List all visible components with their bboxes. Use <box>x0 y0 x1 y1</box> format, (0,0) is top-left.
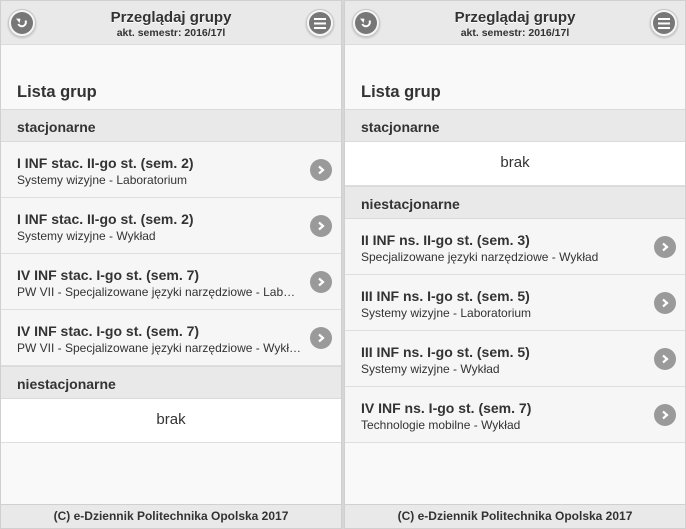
chevron-right-icon <box>654 292 676 314</box>
group-subject: PW VII - Specjalizowane języki narzędzio… <box>17 341 301 355</box>
list-item[interactable]: III INF ns. I-go st. (sem. 5) Systemy wi… <box>345 275 685 331</box>
group-list: stacjonarne brak niestacjonarne II INF n… <box>345 109 685 443</box>
footer: (C) e-Dziennik Politechnika Opolska 2017 <box>345 504 685 528</box>
list-title: Lista grup <box>17 83 97 101</box>
empty-list-text: brak <box>345 142 685 186</box>
screen-left: Przeglądaj grupy akt. semestr: 2016/17l … <box>0 0 342 529</box>
list-item[interactable]: IV INF stac. I-go st. (sem. 7) PW VII - … <box>1 254 341 310</box>
group-subject: Systemy wizyjne - Wykład <box>17 229 156 243</box>
group-title: IV INF stac. I-go st. (sem. 7) <box>17 323 200 339</box>
group-title: I INF stac. II-go st. (sem. 2) <box>17 211 194 227</box>
screen-right: Przeglądaj grupy akt. semestr: 2016/17l … <box>344 0 686 529</box>
chevron-right-icon <box>654 348 676 370</box>
menu-button[interactable] <box>306 9 334 37</box>
group-title: IV INF stac. I-go st. (sem. 7) <box>17 267 200 283</box>
list-item[interactable]: III INF ns. I-go st. (sem. 5) Systemy wi… <box>345 331 685 387</box>
group-title: II INF ns. II-go st. (sem. 3) <box>361 232 530 248</box>
group-subject: Technologie mobilne - Wykład <box>361 418 521 432</box>
empty-list-text: brak <box>1 399 341 443</box>
menu-button[interactable] <box>650 9 678 37</box>
header: Przeglądaj grupy akt. semestr: 2016/17l <box>1 1 341 45</box>
chevron-right-icon <box>310 215 332 237</box>
page-title: Przeglądaj grupy <box>454 9 576 26</box>
header: Przeglądaj grupy akt. semestr: 2016/17l <box>345 1 685 45</box>
group-title: III INF ns. I-go st. (sem. 5) <box>361 288 530 304</box>
list-item[interactable]: IV INF ns. I-go st. (sem. 7) Technologie… <box>345 387 685 443</box>
chevron-right-icon <box>310 327 332 349</box>
chevron-right-icon <box>310 271 332 293</box>
chevron-right-icon <box>654 404 676 426</box>
page-title: Przeglądaj grupy <box>110 9 232 26</box>
group-title: III INF ns. I-go st. (sem. 5) <box>361 344 530 360</box>
group-subject: Systemy wizyjne - Laboratorium <box>17 173 188 187</box>
chevron-right-icon <box>310 159 332 181</box>
section-divider-niestacjonarne: niestacjonarne <box>1 366 341 399</box>
list-item[interactable]: I INF stac. II-go st. (sem. 2) Systemy w… <box>1 142 341 198</box>
section-divider-niestacjonarne: niestacjonarne <box>345 186 685 219</box>
group-subject: Specjalizowane języki narzędziowe - Wykł… <box>361 250 599 264</box>
group-subject: Systemy wizyjne - Wykład <box>361 362 500 376</box>
group-subject: Systemy wizyjne - Laboratorium <box>361 306 532 320</box>
chevron-right-icon <box>654 236 676 258</box>
group-subject: PW VII - Specjalizowane języki narzędzio… <box>17 285 301 299</box>
footer: (C) e-Dziennik Politechnika Opolska 2017 <box>1 504 341 528</box>
section-divider-stacjonarne: stacjonarne <box>1 109 341 142</box>
list-item[interactable]: II INF ns. II-go st. (sem. 3) Specjalizo… <box>345 219 685 275</box>
list-title: Lista grup <box>361 83 441 101</box>
list-item[interactable]: IV INF stac. I-go st. (sem. 7) PW VII - … <box>1 310 341 366</box>
list-item[interactable]: I INF stac. II-go st. (sem. 2) Systemy w… <box>1 198 341 254</box>
group-title: IV INF ns. I-go st. (sem. 7) <box>361 400 532 416</box>
hamburger-menu-icon <box>309 12 331 34</box>
group-title: I INF stac. II-go st. (sem. 2) <box>17 155 194 171</box>
group-list: stacjonarne I INF stac. II-go st. (sem. … <box>1 109 341 443</box>
semester-label: akt. semestr: 2016/17l <box>116 27 226 39</box>
semester-label: akt. semestr: 2016/17l <box>460 27 570 39</box>
hamburger-menu-icon <box>653 12 675 34</box>
section-divider-stacjonarne: stacjonarne <box>345 109 685 142</box>
